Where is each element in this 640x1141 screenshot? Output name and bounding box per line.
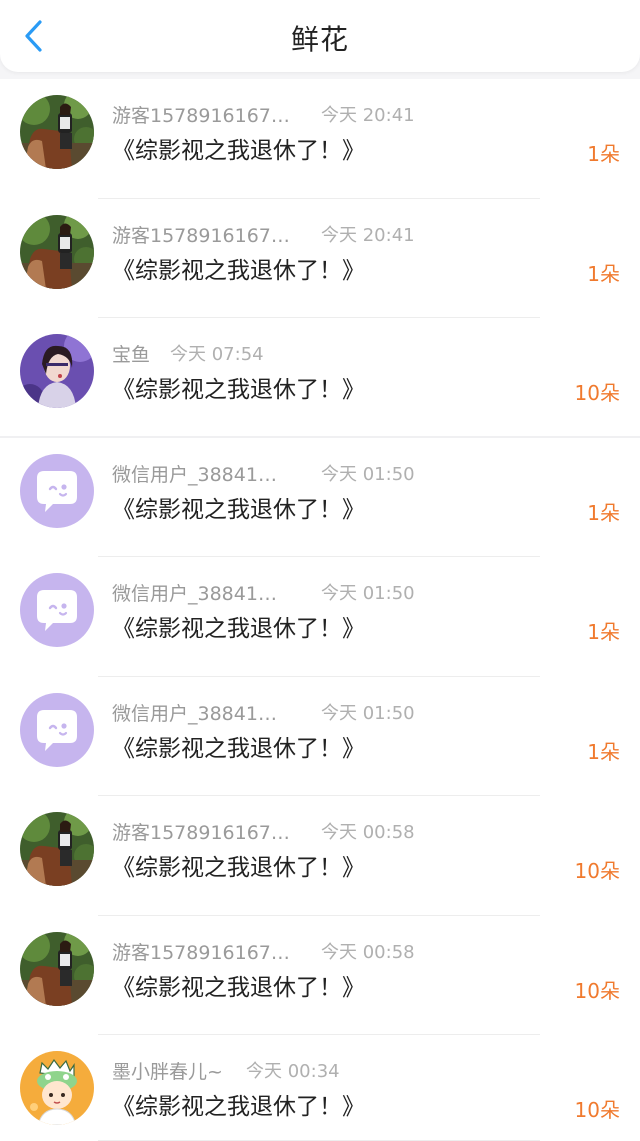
- list-item[interactable]: 宝鱼 今天 07:54 《综影视之我退休了！》 10朵: [0, 318, 640, 438]
- book-title[interactable]: 《综影视之我退休了！》: [112, 729, 365, 763]
- user-avatar[interactable]: [20, 215, 94, 289]
- header-bar: 鲜花: [0, 0, 640, 72]
- book-title[interactable]: 《综影视之我退休了！》: [112, 251, 365, 285]
- photo-horse-rider-icon: [20, 95, 94, 169]
- book-title[interactable]: 《综影视之我退休了！》: [112, 1087, 365, 1121]
- timestamp: 今天 01:50: [321, 463, 415, 485]
- timestamp: 今天 01:50: [321, 702, 415, 724]
- flower-count: 1朵: [587, 620, 620, 644]
- book-title[interactable]: 《综影视之我退休了！》: [112, 370, 365, 404]
- list-item[interactable]: 游客1578916167… 今天 20:41 《综影视之我退休了！》 1朵: [0, 199, 640, 319]
- user-name[interactable]: 墨小胖春儿~: [112, 1057, 223, 1084]
- timestamp: 今天 07:54: [170, 344, 264, 365]
- flower-count: 1朵: [587, 142, 620, 166]
- photo-horse-rider-icon: [20, 812, 94, 886]
- list-item[interactable]: 微信用户_38841… 今天 01:50 《综影视之我退休了！》 1朵: [0, 677, 640, 797]
- flower-count: 10朵: [574, 859, 620, 883]
- timestamp: 今天 00:58: [321, 941, 415, 963]
- timestamp: 今天 20:41: [321, 105, 415, 126]
- default-chat-avatar-icon: [20, 573, 94, 647]
- list-item[interactable]: 游客1578916167… 今天 00:58 《综影视之我退休了！》 10朵: [0, 796, 640, 916]
- book-title[interactable]: 《综影视之我退休了！》: [112, 609, 365, 643]
- user-avatar[interactable]: [20, 334, 94, 408]
- user-name[interactable]: 游客1578916167…: [112, 101, 290, 128]
- list-item[interactable]: 墨小胖春儿~ 今天 00:34 《综影视之我退休了！》 10朵: [0, 1035, 640, 1141]
- user-name[interactable]: 微信用户_38841…: [112, 460, 277, 487]
- user-avatar[interactable]: [20, 1051, 94, 1125]
- flower-count: 10朵: [574, 978, 620, 1003]
- timestamp: 今天 20:41: [321, 224, 415, 246]
- default-chat-avatar-icon: [20, 693, 94, 767]
- flower-count: 1朵: [587, 500, 620, 525]
- user-avatar[interactable]: [20, 693, 94, 767]
- timestamp: 今天 00:34: [246, 1061, 340, 1082]
- user-name[interactable]: 游客1578916167…: [112, 938, 290, 965]
- photo-horse-rider-icon: [20, 932, 94, 1006]
- timestamp: 今天 01:50: [321, 583, 415, 604]
- book-title[interactable]: 《综影视之我退休了！》: [112, 131, 365, 165]
- user-avatar[interactable]: [20, 932, 94, 1006]
- list-item[interactable]: 游客1578916167… 今天 00:58 《综影视之我退休了！》 10朵: [0, 916, 640, 1036]
- flower-count: 10朵: [574, 381, 620, 405]
- user-name[interactable]: 游客1578916167…: [112, 221, 290, 248]
- list-item[interactable]: 微信用户_38841… 今天 01:50 《综影视之我退休了！》 1朵: [0, 438, 640, 558]
- flower-count: 1朵: [587, 261, 620, 286]
- flower-count: 1朵: [587, 739, 620, 764]
- photo-horse-rider-icon: [20, 215, 94, 289]
- user-name[interactable]: 微信用户_38841…: [112, 699, 277, 726]
- user-avatar[interactable]: [20, 812, 94, 886]
- default-chat-avatar-icon: [20, 454, 94, 528]
- user-name[interactable]: 微信用户_38841…: [112, 579, 277, 606]
- book-title[interactable]: 《综影视之我退休了！》: [112, 848, 365, 882]
- user-name[interactable]: 宝鱼: [112, 340, 150, 367]
- photo-girl-portrait-icon: [20, 334, 94, 408]
- user-avatar[interactable]: [20, 454, 94, 528]
- flower-count: 10朵: [574, 1098, 620, 1122]
- user-avatar[interactable]: [20, 95, 94, 169]
- user-name[interactable]: 游客1578916167…: [112, 818, 290, 845]
- cartoon-avatar-icon: [20, 1051, 94, 1125]
- timestamp: 今天 00:58: [321, 822, 415, 843]
- book-title[interactable]: 《综影视之我退休了！》: [112, 490, 365, 524]
- user-avatar[interactable]: [20, 573, 94, 647]
- list-item[interactable]: 微信用户_38841… 今天 01:50 《综影视之我退休了！》 1朵: [0, 557, 640, 677]
- list-item[interactable]: 游客1578916167… 今天 20:41 《综影视之我退休了！》 1朵: [0, 79, 640, 199]
- book-title[interactable]: 《综影视之我退休了！》: [112, 968, 365, 1002]
- page-title: 鲜花: [290, 23, 349, 56]
- flower-gift-list: 游客1578916167… 今天 20:41 《综影视之我退休了！》 1朵 游客…: [0, 79, 640, 1141]
